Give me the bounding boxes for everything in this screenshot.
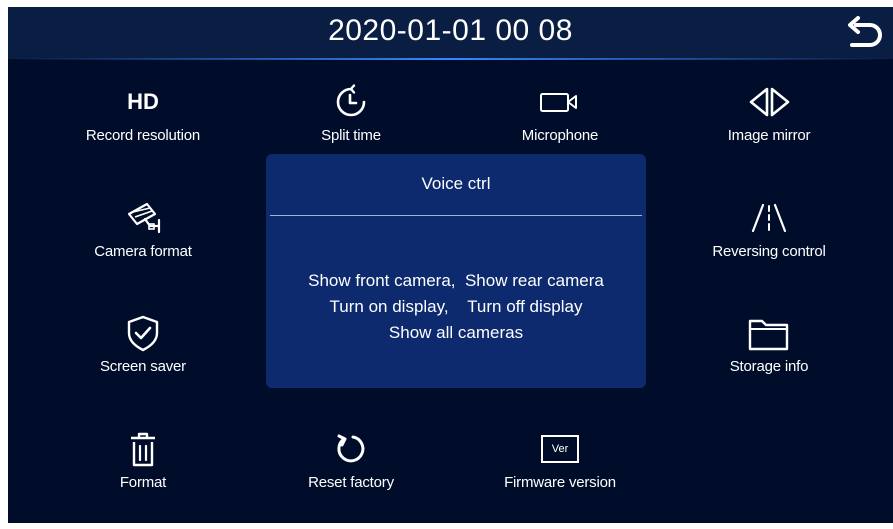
top-bar-divider (8, 58, 893, 60)
reversing-control-label: Reversing control (712, 243, 826, 260)
format-label: Format (119, 474, 167, 491)
storage-info-button[interactable]: Storage info (674, 313, 864, 393)
storage-info-label: Storage info (729, 358, 809, 375)
format-button[interactable]: Format (48, 429, 238, 509)
voice-command-line: Show front camera, Show rear camera (308, 271, 604, 290)
version-icon: Ver (541, 435, 579, 463)
back-arrow-icon (848, 16, 882, 47)
record-resolution-label: Record resolution (85, 127, 201, 144)
record-resolution-button[interactable]: HD Record resolution (48, 82, 238, 162)
folder-icon (748, 319, 789, 351)
image-mirror-label: Image mirror (727, 127, 811, 144)
reversing-control-button[interactable]: Reversing control (674, 198, 864, 278)
clock-icon (336, 84, 366, 117)
trash-icon (131, 432, 155, 467)
reset-factory-button[interactable]: Reset factory (256, 429, 446, 509)
split-time-button[interactable]: Split time (256, 82, 446, 162)
screen-saver-label: Screen saver (100, 358, 186, 375)
camera-format-button[interactable]: Camera format (48, 198, 238, 278)
reset-icon (337, 434, 365, 463)
datetime-display: 2020-01-01 00 08 (328, 14, 573, 47)
voice-command-line: Show all cameras (388, 323, 524, 342)
video-camera-icon (540, 93, 577, 112)
microphone-label: Microphone (521, 127, 599, 144)
split-time-label: Split time (321, 127, 381, 144)
shield-check-icon (127, 315, 159, 352)
cctv-camera-icon (127, 202, 161, 234)
dialog-divider (270, 215, 642, 216)
reset-factory-label: Reset factory (308, 474, 394, 491)
microphone-button[interactable]: Microphone (465, 82, 655, 162)
dialog-body: Show front camera, Show rear camera Turn… (266, 268, 646, 346)
camera-format-label: Camera format (94, 243, 192, 260)
hd-icon: HD (127, 89, 159, 114)
screen-saver-button[interactable]: Screen saver (48, 313, 238, 393)
settings-screen: 2020-01-01 00 08 HD Record resolution Sp… (8, 7, 893, 523)
image-mirror-button[interactable]: Image mirror (674, 82, 864, 162)
voice-ctrl-dialog: Voice ctrl Show front camera, Show rear … (266, 154, 646, 388)
mirror-arrows-icon (749, 87, 790, 117)
firmware-version-label: Firmware version (504, 474, 616, 491)
road-lanes-icon (751, 203, 787, 233)
firmware-version-button[interactable]: Ver Firmware version (465, 429, 655, 509)
back-button[interactable] (844, 15, 884, 51)
voice-command-line: Turn on display, Turn off display (329, 297, 583, 316)
dialog-title: Voice ctrl (421, 174, 491, 193)
